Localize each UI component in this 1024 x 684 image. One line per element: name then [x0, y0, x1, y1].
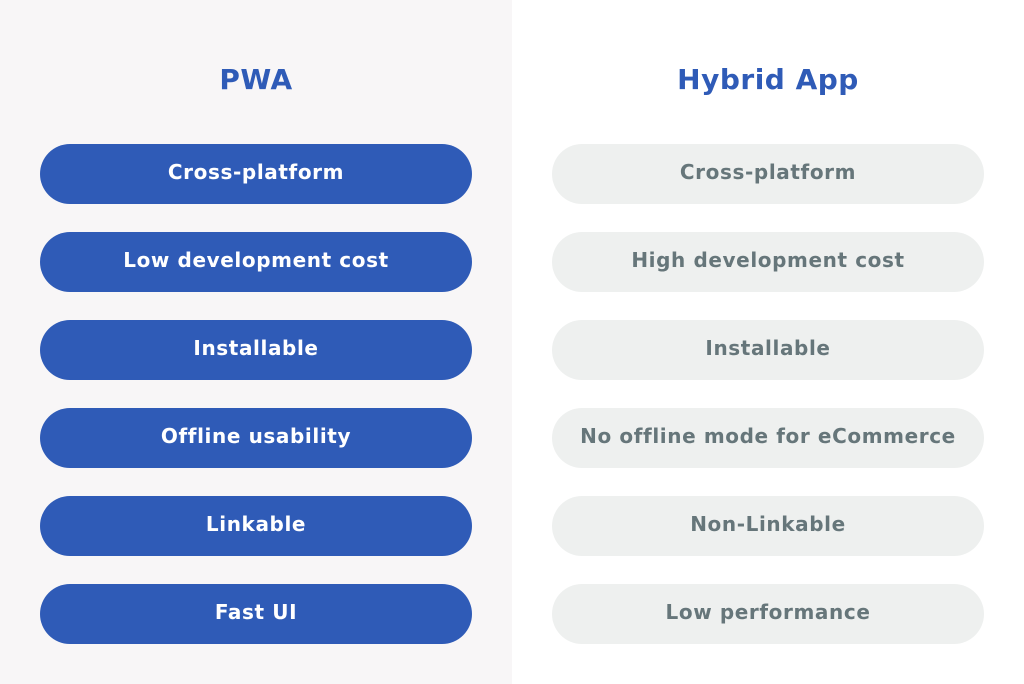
pwa-column: PWA Cross-platform Low development cost …: [0, 0, 512, 684]
hybrid-title: Hybrid App: [677, 63, 859, 96]
hybrid-feature: No offline mode for eCommerce: [552, 408, 984, 468]
hybrid-feature: High development cost: [552, 232, 984, 292]
hybrid-column: Hybrid App Cross-platform High developme…: [512, 0, 1024, 684]
pwa-feature: Offline usability: [40, 408, 472, 468]
pwa-title: PWA: [219, 63, 293, 96]
hybrid-feature: Low performance: [552, 584, 984, 644]
hybrid-feature: Cross-platform: [552, 144, 984, 204]
pwa-feature: Fast UI: [40, 584, 472, 644]
pwa-feature: Linkable: [40, 496, 472, 556]
hybrid-feature: Non-Linkable: [552, 496, 984, 556]
pwa-feature: Low development cost: [40, 232, 472, 292]
pwa-feature: Cross-platform: [40, 144, 472, 204]
hybrid-feature: Installable: [552, 320, 984, 380]
pwa-feature: Installable: [40, 320, 472, 380]
